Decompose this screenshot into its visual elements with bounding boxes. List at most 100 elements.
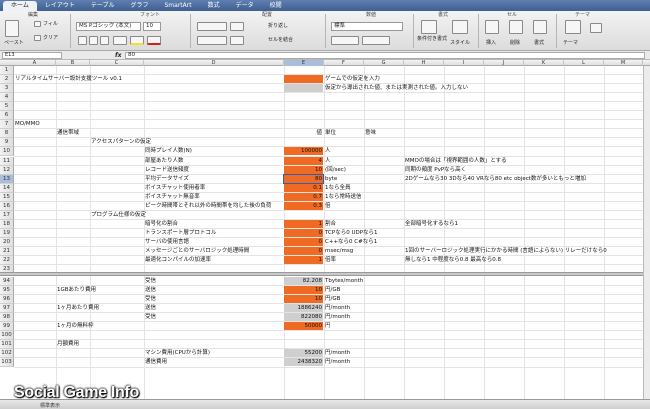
cell-e11[interactable]: 4 — [285, 157, 323, 166]
font-color-icon[interactable] — [147, 36, 161, 45]
cell-d11[interactable]: 部屋あたり人数 — [145, 157, 184, 166]
row-header-94[interactable]: 94 — [0, 277, 14, 287]
row-header-2[interactable]: 2 — [0, 75, 14, 85]
cell-e99[interactable]: 50000 — [285, 322, 323, 331]
row-header-98[interactable]: 98 — [0, 313, 14, 323]
cell-d12[interactable]: レコード送信頻度 — [145, 166, 189, 175]
row-header-103[interactable]: 103 — [0, 358, 14, 368]
cell-h12[interactable]: 同期の頻度 PvPなら高く — [405, 166, 466, 175]
cell-f13[interactable]: byte — [325, 175, 337, 184]
row-header-16[interactable]: 16 — [0, 201, 14, 211]
indent-icon[interactable] — [230, 36, 244, 45]
text-orientation-icon[interactable] — [230, 22, 244, 31]
insert-button[interactable]: 挿入 — [486, 40, 496, 46]
column-header-h[interactable]: H — [404, 60, 444, 66]
underline-icon[interactable] — [100, 36, 109, 45]
conditional-format-button[interactable]: 条件付き書式 — [417, 37, 447, 42]
delete-button[interactable]: 削除 — [510, 40, 520, 46]
cell-f18[interactable]: 割合 — [325, 220, 336, 229]
cell-f21[interactable]: msec/msg — [325, 247, 353, 256]
cell-e8[interactable]: 値 — [285, 129, 323, 138]
cell-e97[interactable]: 1886240 — [285, 304, 323, 313]
cell-e94[interactable]: 82.208 — [285, 277, 323, 286]
cell-d97[interactable]: 送信 — [145, 304, 156, 313]
name-box[interactable]: E13 — [2, 52, 62, 59]
row-header-11[interactable]: 11 — [0, 156, 14, 166]
insert-cells-icon[interactable] — [485, 20, 499, 34]
cell-d19[interactable]: トランスポート層プロトコル — [145, 229, 216, 238]
row-header-97[interactable]: 97 — [0, 304, 14, 314]
row-header-19[interactable]: 19 — [0, 228, 14, 238]
row-header-8[interactable]: 8 — [0, 129, 14, 139]
row-header-20[interactable]: 20 — [0, 237, 14, 247]
style-icon[interactable] — [452, 20, 468, 34]
row-header-99[interactable]: 99 — [0, 322, 14, 332]
cell-e15[interactable]: 0.7 — [285, 193, 323, 202]
column-header-e[interactable]: E — [284, 60, 324, 66]
cell-e98[interactable]: 822080 — [285, 313, 323, 322]
row-header-21[interactable]: 21 — [0, 247, 14, 257]
row-header-100[interactable]: 100 — [0, 331, 14, 341]
fill-color-icon[interactable] — [130, 36, 144, 45]
cell-b8[interactable]: 通信帯域 — [57, 129, 79, 138]
row-header-7[interactable]: 7 — [0, 120, 14, 130]
column-header-a[interactable]: A — [14, 60, 56, 66]
formula-input[interactable]: 80 — [125, 52, 645, 59]
cell-f10[interactable]: 人 — [325, 147, 331, 156]
cell-a7[interactable]: MO/MMO — [15, 120, 40, 129]
cell-e16[interactable]: 0.3 — [285, 202, 323, 211]
align-horizontal-icon[interactable] — [197, 36, 227, 45]
cell-d22[interactable]: 最適化コンパイルの加速率 — [145, 256, 211, 265]
cell-f15[interactable]: 1なら常時送信 — [325, 193, 362, 202]
column-header-g[interactable]: G — [364, 60, 404, 66]
cell-f20[interactable]: C++なら0 C#なら1 — [325, 238, 377, 247]
row-header-13[interactable]: 13 — [0, 174, 14, 184]
tab-layout[interactable]: レイアウト — [37, 1, 83, 11]
cell-d102[interactable]: マシン費用(CPUから計算) — [145, 349, 210, 358]
cell-d14[interactable]: ボイスチャット使用者率 — [145, 184, 205, 193]
row-header-3[interactable]: 3 — [0, 84, 14, 94]
row-header-4[interactable]: 4 — [0, 93, 14, 103]
theme-icon[interactable] — [565, 20, 581, 34]
column-header-i[interactable]: I — [444, 60, 484, 66]
column-header-k[interactable]: K — [524, 60, 564, 66]
column-header-b[interactable]: B — [56, 60, 90, 66]
cell-d15[interactable]: ボイスチャット無音率 — [145, 193, 200, 202]
cell-b95[interactable]: 1GBあたり費用 — [57, 286, 96, 295]
cell-d94[interactable]: 受信 — [145, 277, 156, 286]
cell-d13[interactable]: 平均データサイズ — [145, 175, 189, 184]
row-header-96[interactable]: 96 — [0, 295, 14, 305]
cell-f19[interactable]: TCPなら0 UDPなら1 — [325, 229, 378, 238]
tab-formulas[interactable]: 数式 — [200, 1, 228, 11]
cell-e19[interactable]: 0 — [285, 229, 323, 238]
cell-e102[interactable]: 55200 — [285, 349, 323, 358]
cell-e20[interactable]: 0 — [285, 238, 323, 247]
row-header-12[interactable]: 12 — [0, 165, 14, 175]
row-header-22[interactable]: 22 — [0, 256, 14, 266]
cell-e103[interactable]: 2438320 — [285, 358, 323, 367]
tab-chart[interactable]: グラフ — [122, 1, 156, 11]
bold-icon[interactable] — [78, 36, 87, 45]
cell-e14[interactable]: 0.1 — [285, 184, 323, 193]
row-header-14[interactable]: 14 — [0, 183, 14, 193]
cell-d21[interactable]: メッセージごとのサーバロジック処理時間 — [145, 247, 249, 256]
cell-e96[interactable]: 10 — [285, 295, 323, 304]
format-cells-icon[interactable] — [533, 20, 547, 34]
row-header-101[interactable]: 101 — [0, 340, 14, 350]
tab-home[interactable]: ホーム — [3, 1, 37, 11]
row-header-9[interactable]: 9 — [0, 138, 14, 148]
cell-d103[interactable]: 通信費用 — [145, 358, 167, 367]
cell-e95[interactable]: 10 — [285, 286, 323, 295]
function-icon[interactable]: fx — [115, 52, 121, 59]
cell-h11[interactable]: MMOの場合は「視界範囲の人数」とする — [405, 157, 507, 166]
cell-f8[interactable]: 単位 — [325, 129, 336, 138]
vertical-scrollbar[interactable] — [643, 66, 650, 399]
cell-f94[interactable]: Tbytes/month — [325, 277, 363, 286]
tab-smartart[interactable]: SmartArt — [157, 1, 200, 11]
cell-b97[interactable]: 1ヶ月あたり費用 — [57, 304, 99, 313]
cell-c17[interactable]: プログラム仕様の仮定 — [91, 211, 146, 220]
cell-c9[interactable]: アクセスパターンの仮定 — [91, 138, 151, 147]
cell-f98[interactable]: 円/month — [325, 313, 350, 322]
row-header-102[interactable]: 102 — [0, 349, 14, 359]
cell-e18[interactable]: 1 — [285, 220, 323, 229]
